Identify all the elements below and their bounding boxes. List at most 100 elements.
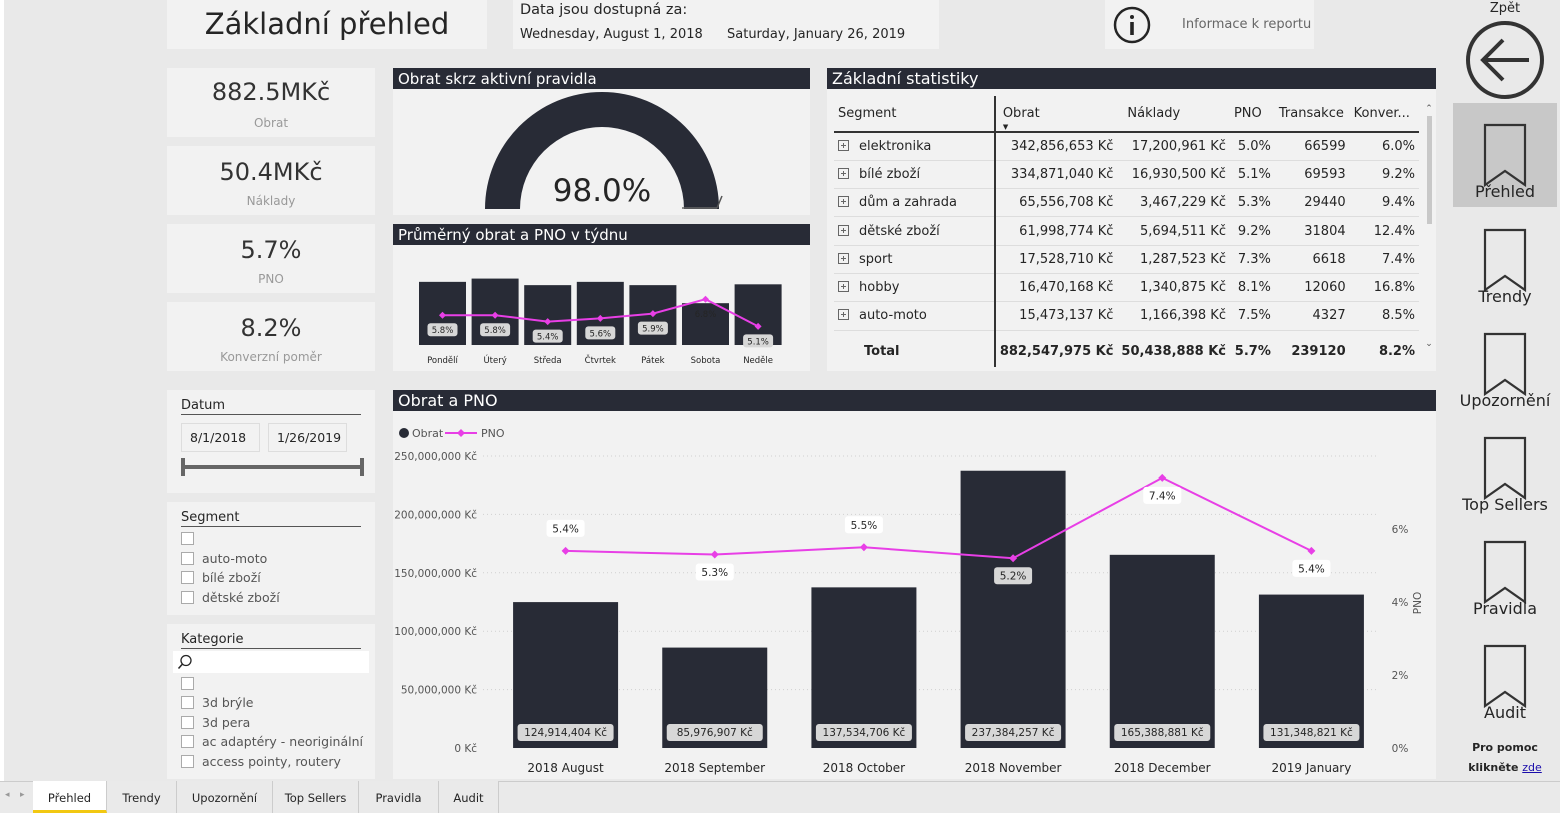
date-to-text: Saturday, January 26, 2019 <box>727 27 906 42</box>
table-row[interactable]: sport 17,528,710 Kč 1,287,523 Kč 7.3% 6618 7.… <box>834 245 1419 274</box>
date-from-input[interactable]: 8/1/2018 <box>181 423 260 452</box>
expand-icon[interactable] <box>838 196 849 208</box>
date-slider-left-handle[interactable] <box>181 458 185 476</box>
search-icon <box>177 654 192 669</box>
date-to-input[interactable]: 1/26/2019 <box>268 423 347 452</box>
y-tick-label: 0 Kč <box>454 743 477 755</box>
weekly-pno-label: 5.6% <box>589 329 611 339</box>
table-row[interactable]: auto-moto 15,473,137 Kč 1,166,398 Kč 7.5% 43… <box>834 301 1419 331</box>
main-chart-title: Obrat a PNO <box>393 390 1436 411</box>
pno-value-label: 5.4% <box>552 523 579 535</box>
table-row[interactable]: hobby 16,470,168 Kč 1,340,875 Kč 8.1% 12060 1… <box>834 273 1419 303</box>
tab-0[interactable]: Přehled <box>33 781 107 813</box>
col-header-obrat[interactable]: Obrat ▼ <box>993 96 1118 133</box>
weekly-category-label: Pondělí <box>427 356 458 366</box>
checkbox[interactable] <box>181 716 194 729</box>
nav-item-4[interactable]: Pravidla <box>1453 520 1557 624</box>
tab-2[interactable]: Upozornění <box>177 781 273 813</box>
expand-icon[interactable] <box>838 224 849 236</box>
checkbox[interactable] <box>181 552 194 565</box>
value-cell: 1,166,398 Kč <box>1117 301 1230 331</box>
weekly-pno-point[interactable] <box>702 295 709 303</box>
x-category-label: 2018 August <box>527 761 604 775</box>
tab-4[interactable]: Pravidla <box>359 781 439 813</box>
expand-icon[interactable] <box>838 252 849 264</box>
date-slider-right-handle[interactable] <box>360 458 364 476</box>
col-header-transakce[interactable]: Transakce <box>1274 96 1350 133</box>
segment-option[interactable]: dětské zboží <box>181 590 280 605</box>
table-row[interactable]: elektronika 342,856,653 Kč 17,200,961 Kč 5.… <box>834 132 1419 161</box>
kategorie-search[interactable] <box>173 651 369 673</box>
scroll-down-icon[interactable]: ⌄ <box>1424 339 1434 349</box>
info-card[interactable]: Informace k reportu <box>1105 0 1314 49</box>
checkbox[interactable] <box>181 532 194 545</box>
kategorie-option[interactable]: 3d brýle <box>181 695 254 710</box>
col-header-segment[interactable]: Segment <box>834 96 995 133</box>
value-cell: 31804 <box>1274 216 1350 246</box>
expand-icon[interactable] <box>838 309 849 321</box>
checkbox[interactable] <box>181 755 194 768</box>
checkbox[interactable] <box>181 571 194 584</box>
obrat-bar[interactable] <box>1109 554 1215 748</box>
checkbox[interactable] <box>181 696 194 709</box>
tab-next-icon[interactable]: ▸ <box>20 790 25 800</box>
kategorie-option[interactable]: ac adaptéry - neoriginální <box>181 734 363 749</box>
table-row[interactable]: dům a zahrada 65,556,708 Kč 3,467,229 Kč 5.… <box>834 188 1419 218</box>
kategorie-option[interactable]: access pointy, routery <box>181 754 341 769</box>
nav-item-2[interactable]: Upozornění <box>1453 312 1557 416</box>
weekly-category-label: Sobota <box>691 356 721 366</box>
info-label[interactable]: Informace k reportu <box>1182 17 1311 32</box>
tab-3[interactable]: Top Sellers <box>273 781 359 813</box>
nav-item-0[interactable]: Přehled <box>1453 103 1557 207</box>
weekly-pno-label: 5.9% <box>642 325 664 335</box>
x-category-label: 2018 September <box>664 761 765 775</box>
expand-icon[interactable] <box>838 167 849 179</box>
kategorie-option[interactable] <box>181 677 202 690</box>
nav-item-1[interactable]: Trendy <box>1453 208 1557 312</box>
tab-1[interactable]: Trendy <box>107 781 177 813</box>
table-row[interactable]: dětské zboží 61,998,774 Kč 5,694,511 Kč 9.2… <box>834 216 1419 246</box>
tab-prev-icon[interactable]: ◂ <box>5 790 10 800</box>
col-header-naklady[interactable]: Náklady <box>1117 96 1230 133</box>
obrat-bar[interactable] <box>960 470 1066 748</box>
info-icon[interactable] <box>1113 6 1151 44</box>
nav-item-3[interactable]: Top Sellers <box>1453 416 1557 520</box>
pno-point[interactable] <box>1307 546 1316 555</box>
col-header-pno[interactable]: PNO <box>1229 96 1275 133</box>
value-cell: 5.3% <box>1229 188 1275 218</box>
nav-item-label: Pravidla <box>1472 599 1538 618</box>
col-header-konverze[interactable]: Konver... <box>1349 96 1419 133</box>
checkbox[interactable] <box>181 591 194 604</box>
segment-option[interactable]: auto-moto <box>181 551 267 566</box>
segment-option[interactable]: bílé zboží <box>181 570 261 585</box>
pno-point[interactable] <box>1158 473 1167 482</box>
checkbox[interactable] <box>181 677 194 690</box>
table-scrollbar[interactable]: ⌃ ⌄ <box>1424 104 1434 349</box>
expand-icon[interactable] <box>838 281 849 293</box>
kategorie-search-input[interactable] <box>195 653 365 671</box>
scroll-up-icon[interactable]: ⌃ <box>1424 104 1434 114</box>
value-cell: 8.1% <box>1229 273 1275 303</box>
pno-point[interactable] <box>710 550 719 559</box>
table-row[interactable]: bílé zboží 334,871,040 Kč 16,930,500 Kč 5.1… <box>834 160 1419 190</box>
kategorie-option[interactable]: 3d pera <box>181 715 250 730</box>
back-label[interactable]: Zpět <box>1453 1 1557 16</box>
bookmark-icon <box>1483 228 1527 292</box>
back-arrow-icon[interactable] <box>1465 20 1545 100</box>
segment-option[interactable] <box>181 532 202 545</box>
date-range-slider[interactable] <box>181 465 364 469</box>
help-link[interactable]: zde <box>1522 761 1542 774</box>
scroll-thumb[interactable] <box>1426 116 1432 224</box>
value-cell: 334,871,040 Kč <box>993 160 1118 190</box>
pno-point[interactable] <box>561 546 570 555</box>
kpi-card-naklady: 50.4MKč Náklady <box>167 146 375 215</box>
expand-icon[interactable] <box>838 139 849 151</box>
pno-point[interactable] <box>859 543 868 552</box>
checkbox[interactable] <box>181 735 194 748</box>
obrat-bar[interactable] <box>811 587 917 748</box>
weekly-pno-label: 6.8% <box>695 310 717 320</box>
nav-item-label: Přehled <box>1474 182 1536 201</box>
nav-item-5[interactable]: Audit <box>1453 624 1557 728</box>
value-cell: 16.8% <box>1349 273 1419 303</box>
tab-5[interactable]: Audit <box>439 781 499 813</box>
